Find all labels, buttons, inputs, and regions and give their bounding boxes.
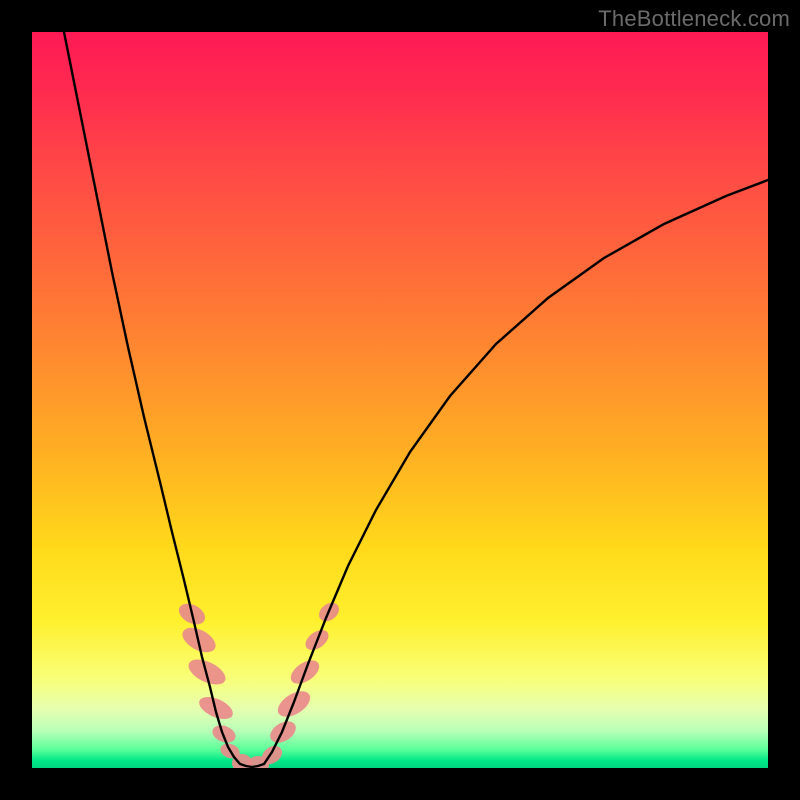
marker-group (175, 599, 342, 768)
plot-area (32, 32, 768, 768)
outer-frame: TheBottleneck.com (0, 0, 800, 800)
watermark-text: TheBottleneck.com (598, 6, 790, 32)
bottleneck-curve (64, 32, 768, 767)
curve-layer (32, 32, 768, 768)
